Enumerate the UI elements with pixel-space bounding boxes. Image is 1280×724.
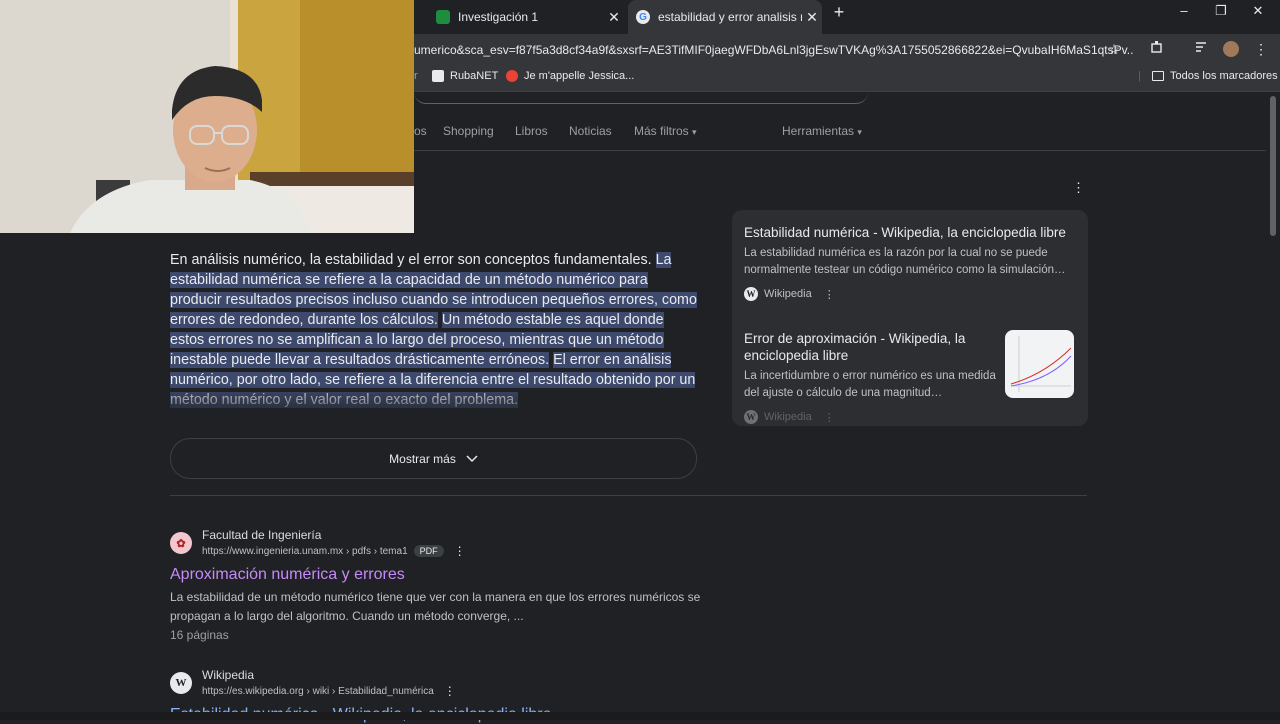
source-snippet: La incertidumbre o error numérico es una… <box>744 370 996 399</box>
bookmark-label: RubaNET <box>450 70 499 82</box>
source-name: Wikipedia <box>764 288 812 300</box>
sources-panel: Estabilidad numérica - Wikipedia, la enc… <box>732 210 1088 426</box>
source-site: W Wikipedia ⋮ <box>744 287 1074 301</box>
source-site: W Wikipedia ⋮ <box>744 410 996 424</box>
answer-sentence: En análisis numérico, la estabilidad y e… <box>170 252 652 268</box>
filter-partial[interactable]: os <box>414 124 427 138</box>
result-meta: 16 páginas <box>170 628 229 642</box>
source-card[interactable]: Error de aproximación - Wikipedia, la en… <box>744 330 996 424</box>
source-name: Wikipedia <box>764 411 812 423</box>
wikipedia-icon: W <box>744 287 758 301</box>
source-card[interactable]: Estabilidad numérica - Wikipedia, la enc… <box>744 224 1074 301</box>
kebab-icon[interactable]: ⋮ <box>454 544 466 558</box>
result-header[interactable]: W Wikipedia https://es.wikipedia.org › w… <box>170 668 730 698</box>
tools-button[interactable]: Herramientas ▾ <box>782 124 862 138</box>
tab-title: estabilidad y error analisis numérico <box>658 10 802 24</box>
source-title[interactable]: Error de aproximación - Wikipedia, la en… <box>744 330 996 364</box>
divider <box>170 495 1087 496</box>
close-window-button[interactable]: ✕ <box>1240 0 1276 24</box>
tab-investigacion[interactable]: Investigación 1 ✕ <box>428 0 624 34</box>
bookmark-label: Je m'appelle Jessica... <box>524 70 635 82</box>
new-tab-button[interactable]: + <box>828 2 850 24</box>
filter-more-label: Más filtros <box>634 124 689 138</box>
extensions-icon[interactable] <box>1146 38 1168 60</box>
kebab-icon[interactable]: ⋮ <box>444 684 456 698</box>
result-url: https://es.wikipedia.org › wiki › Estabi… <box>202 685 434 697</box>
chevron-down-icon <box>466 454 478 462</box>
unam-icon: ✿ <box>170 532 192 554</box>
result-site: Wikipedia <box>202 668 255 682</box>
source-thumbnail[interactable] <box>1005 330 1074 398</box>
minimize-button[interactable]: – <box>1166 0 1202 24</box>
wikipedia-icon: W <box>744 410 758 424</box>
result-url-row: https://es.wikipedia.org › wiki › Estabi… <box>202 684 456 698</box>
kebab-icon[interactable]: ⋮ <box>824 288 835 301</box>
bottom-edge <box>0 712 1280 720</box>
filter-shopping[interactable]: Shopping <box>443 124 494 138</box>
menu-icon[interactable]: ⋮ <box>1250 38 1272 60</box>
pdf-badge: PDF <box>413 545 444 557</box>
media-icon[interactable] <box>1190 38 1212 60</box>
result-url-row: https://www.ingenieria.unam.mx › pdfs › … <box>202 544 466 558</box>
result-header[interactable]: ✿ Facultad de Ingeniería https://www.ing… <box>170 528 730 558</box>
filter-libros[interactable]: Libros <box>515 124 548 138</box>
divider <box>414 150 1266 151</box>
tab-search[interactable]: G estabilidad y error analisis numérico … <box>628 0 822 34</box>
address-bar[interactable]: umerico&sca_esv=f87f5a3d8cf34a9f&sxsrf=A… <box>414 38 1134 62</box>
result-url: https://www.ingenieria.unam.mx › pdfs › … <box>202 545 408 557</box>
chevron-down-icon: ▾ <box>857 127 862 137</box>
restore-button[interactable]: ❐ <box>1203 0 1239 24</box>
folder-icon <box>1152 71 1164 81</box>
kebab-icon[interactable]: ⋮ <box>824 411 835 424</box>
result-title[interactable]: Aproximación numérica y errores <box>170 566 730 584</box>
result-site: Facultad de Ingeniería <box>202 528 322 542</box>
page-icon <box>432 70 444 82</box>
bookmark-jessica[interactable]: Je m'appelle Jessica... <box>506 70 634 82</box>
result-snippet: La estabilidad de un método numérico tie… <box>170 590 701 623</box>
source-title[interactable]: Estabilidad numérica - Wikipedia, la enc… <box>744 224 1074 241</box>
all-bookmarks-label: Todos los marcadores <box>1170 70 1278 82</box>
answer-fade <box>166 384 706 428</box>
star-icon[interactable]: ☆ <box>1103 38 1125 60</box>
filter-more[interactable]: Más filtros ▾ <box>634 124 697 138</box>
more-options-icon[interactable]: ⋮ <box>1072 180 1085 196</box>
all-bookmarks[interactable]: Todos los marcadores <box>1152 70 1278 82</box>
filter-noticias[interactable]: Noticias <box>569 124 612 138</box>
close-tab-icon[interactable]: ✕ <box>604 9 624 26</box>
profile-avatar[interactable] <box>1220 38 1242 60</box>
close-tab-icon[interactable]: ✕ <box>802 9 822 26</box>
tools-label: Herramientas <box>782 124 855 138</box>
show-more-button[interactable]: Mostrar más <box>170 438 697 479</box>
webcam-image <box>0 0 414 233</box>
bookmark-partial[interactable]: r <box>414 70 418 82</box>
search-result: ✿ Facultad de Ingeniería https://www.ing… <box>170 528 730 642</box>
show-more-label: Mostrar más <box>389 451 456 466</box>
search-box-edge[interactable] <box>414 92 868 104</box>
chevron-down-icon: ▾ <box>692 127 697 137</box>
wikipedia-icon: W <box>170 672 192 694</box>
tab-title: Investigación 1 <box>458 10 539 24</box>
webcam-overlay <box>0 0 414 233</box>
bookmarks-separator: | <box>1138 70 1141 82</box>
google-icon: G <box>636 10 650 24</box>
source-snippet: La estabilidad numérica es la razón por … <box>744 247 1066 276</box>
scrollbar[interactable] <box>1270 96 1276 236</box>
youtube-icon <box>506 70 518 82</box>
classroom-icon <box>436 10 450 24</box>
bookmark-rubanet[interactable]: RubaNET <box>432 70 498 82</box>
